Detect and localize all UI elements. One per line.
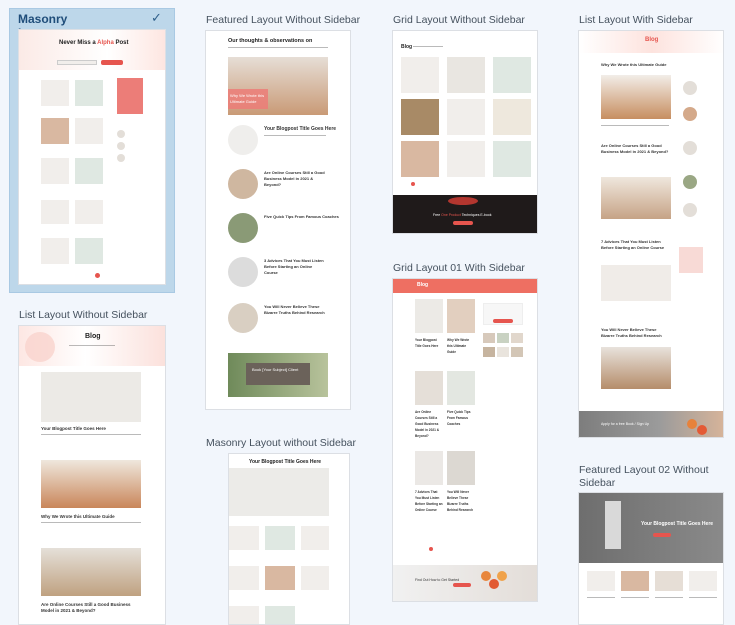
layout-title: Featured Layout Without Sidebar (206, 14, 361, 26)
layout-preview: Blog Free One Product Techniques E-book (392, 30, 538, 234)
layout-preview: Blog Your Blogpost Title Goes Here Why W… (18, 325, 166, 625)
layout-title: Grid Layout Without Sidebar (393, 14, 525, 26)
layout-preview: Your Blogpost Title Goes Here (228, 453, 350, 625)
layout-preview: Our thoughts & observations on Why We Wr… (205, 30, 351, 410)
layout-title: Featured Layout 02 Without Sidebar (579, 464, 709, 489)
layout-preview: Never Miss a Alpha Post (18, 29, 166, 285)
layout-preview: Blog Why We Wrote this Ultimate Guide Ar… (578, 30, 724, 438)
layout-title: Masonry Layout without Sidebar (206, 437, 356, 449)
layout-preview: Blog Your Blogpost Title Goes Here Why W… (392, 278, 538, 602)
layout-preview: Your Blogpost Title Goes Here (578, 492, 724, 625)
layout-title: Grid Layout 01 With Sidebar (393, 262, 525, 274)
checkmark-icon: ✓ (151, 10, 162, 25)
layout-title: List Layout With Sidebar (579, 14, 693, 26)
layout-title: List Layout Without Sidebar (19, 309, 148, 321)
